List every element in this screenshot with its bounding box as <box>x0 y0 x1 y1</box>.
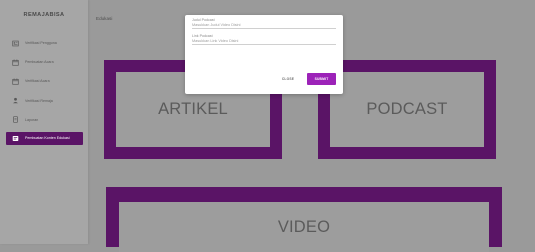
podcast-card-label: PODCAST <box>366 100 448 118</box>
calendar-icon <box>12 59 19 66</box>
video-card-inner: VIDEO <box>119 202 489 252</box>
close-button[interactable]: CLOSE <box>279 73 297 85</box>
video-card[interactable]: VIDEO <box>106 187 502 252</box>
sidebar-item-label: Verifikasi Pengguna <box>25 41 57 45</box>
podcast-modal: Judul Podcast Link Podcast CLOSE SUBMIT <box>185 15 343 94</box>
podcast-card[interactable]: PODCAST <box>318 60 496 159</box>
podcast-card-inner: PODCAST <box>330 72 484 147</box>
document-icon <box>12 116 19 123</box>
video-card-label: VIDEO <box>277 217 331 236</box>
judul-podcast-field: Judul Podcast <box>192 18 336 30</box>
judul-podcast-input[interactable] <box>192 22 336 30</box>
sidebar-item-label: Pembuatan Acara <box>25 60 54 65</box>
sidebar-item-verifikasi-acara[interactable]: Verifikasi Acara <box>0 74 88 88</box>
sidebar-item-label: Verifikasi Remaja <box>25 98 53 103</box>
sidebar-item-verifikasi-pengguna[interactable]: Verifikasi Pengguna <box>0 36 88 50</box>
link-podcast-field: Link Podcast <box>192 34 336 46</box>
sidebar-menu: Verifikasi Pengguna Pembuatan Acara Veri… <box>0 36 88 150</box>
sidebar-item-verifikasi-remaja[interactable]: Verifikasi Remaja <box>0 94 88 108</box>
sidebar-item-pembuatan-acara[interactable]: Pembuatan Acara <box>0 55 88 69</box>
sidebar-item-pembuatan-konten-edukasi[interactable]: Pembuatan Konten Edukasi <box>6 131 83 145</box>
calendar-icon <box>12 78 19 85</box>
link-podcast-input[interactable] <box>192 38 336 46</box>
page-title: Edukasi <box>96 16 113 21</box>
person-icon <box>12 97 19 104</box>
sidebar-item-label: Pembuatan Konten Edukasi <box>25 136 70 141</box>
sidebar-item-laporan[interactable]: Laporan <box>0 113 88 127</box>
content-icon <box>12 135 19 142</box>
sidebar: REMAJABISA Verifikasi Pengguna Pembuatan… <box>0 0 88 244</box>
submit-button[interactable]: SUBMIT <box>307 73 336 85</box>
sidebar-item-label: Laporan <box>25 117 39 122</box>
user-card-icon <box>12 40 19 47</box>
brand-title: REMAJABISA <box>23 12 65 18</box>
artikel-card-label: ARTIKEL <box>158 100 228 118</box>
sidebar-item-label: Verifikasi Acara <box>25 79 50 84</box>
